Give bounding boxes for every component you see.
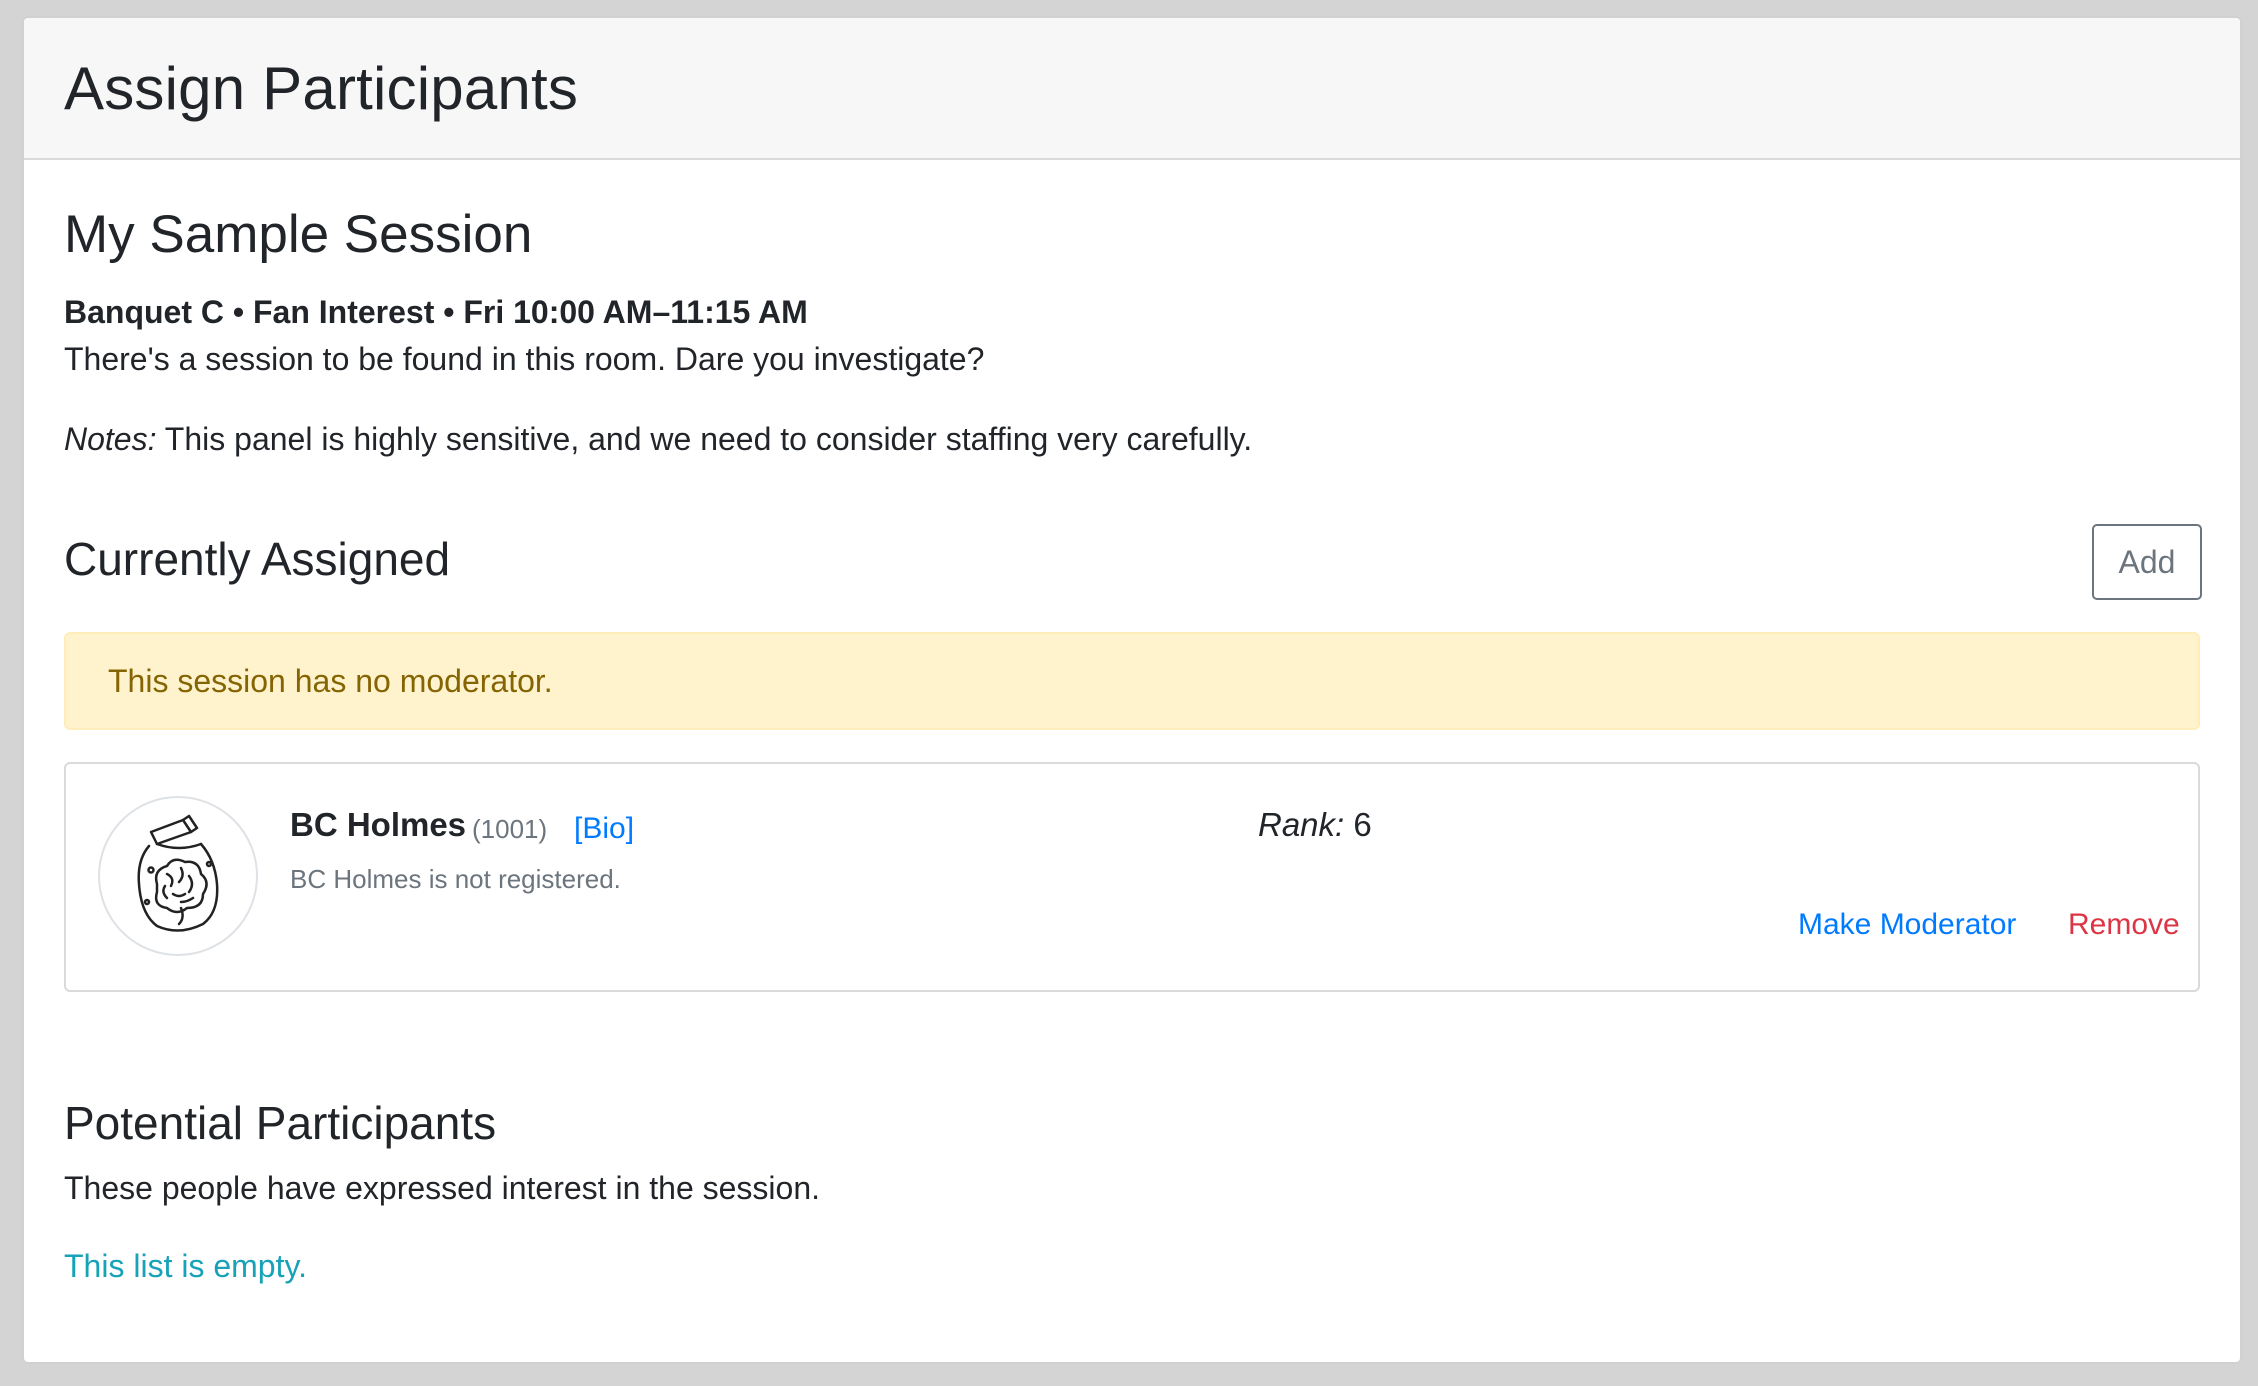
rank-label: Rank: bbox=[1258, 806, 1345, 843]
participant-name: BC Holmes bbox=[290, 806, 467, 843]
assign-participants-card: Assign Participants My Sample Session Ba… bbox=[22, 16, 2242, 1364]
potential-participants-description: These people have expressed interest in … bbox=[64, 1170, 821, 1206]
participant-card: BC Holmes (1001) [Bio] BC Holmes is not … bbox=[64, 762, 2200, 992]
empty-list-message: This list is empty. bbox=[64, 1248, 307, 1284]
session-notes: Notes: This panel is highly sensitive, a… bbox=[64, 421, 1252, 458]
participant-id: (1001) bbox=[472, 814, 548, 844]
session-meta: Banquet C • Fan Interest • Fri 10:00 AM–… bbox=[64, 294, 808, 330]
make-moderator-link[interactable]: Make Moderator bbox=[1798, 908, 2016, 942]
participant-rank: Rank: 6 bbox=[1258, 806, 1372, 844]
avatar bbox=[98, 796, 258, 956]
no-moderator-alert-text: This session has no moderator. bbox=[108, 662, 553, 699]
card-header: Assign Participants bbox=[24, 18, 2240, 160]
potential-participants-heading: Potential Participants bbox=[64, 1097, 497, 1149]
registration-status: BC Holmes is not registered. bbox=[290, 864, 621, 894]
notes-label: Notes: bbox=[64, 421, 157, 457]
no-moderator-alert: This session has no moderator. bbox=[64, 632, 2200, 730]
session-title: My Sample Session bbox=[64, 205, 533, 264]
notes-text: This panel is highly sensitive, and we n… bbox=[156, 421, 1253, 457]
currently-assigned-heading: Currently Assigned bbox=[64, 533, 451, 585]
remove-link[interactable]: Remove bbox=[2068, 908, 2180, 942]
session-description: There's a session to be found in this ro… bbox=[64, 341, 985, 377]
brain-jar-icon bbox=[137, 814, 219, 932]
bio-link[interactable]: [Bio] bbox=[574, 812, 634, 846]
page-title: Assign Participants bbox=[64, 54, 579, 122]
rank-value: 6 bbox=[1344, 806, 1372, 843]
add-button[interactable]: Add bbox=[2092, 524, 2202, 600]
